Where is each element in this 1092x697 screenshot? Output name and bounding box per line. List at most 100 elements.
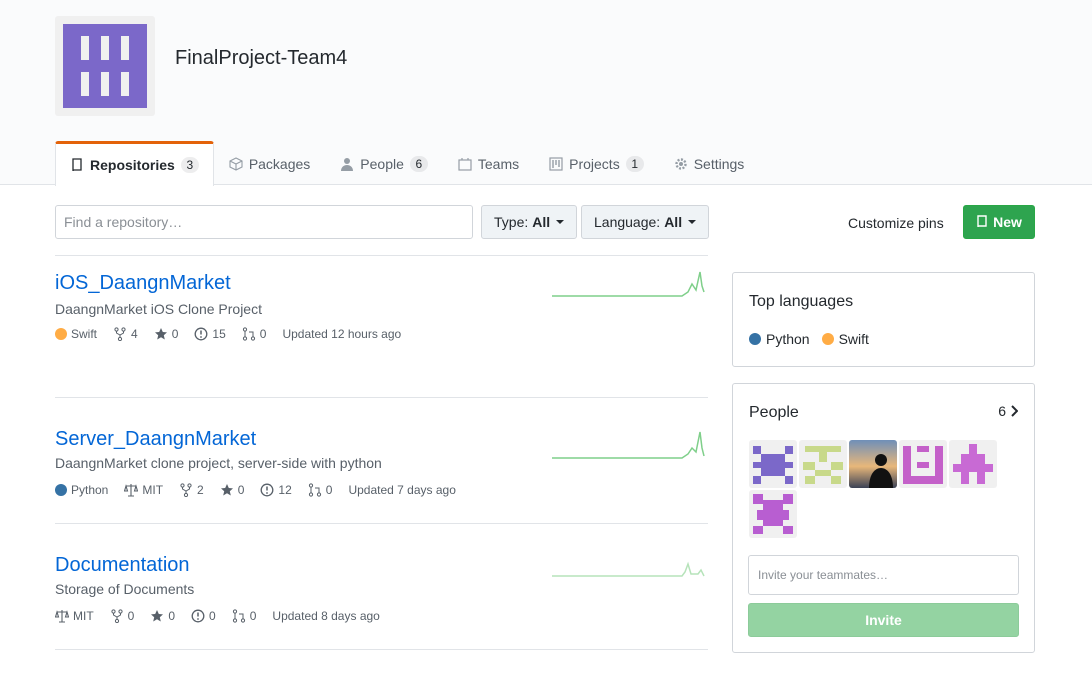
repo-language: Swift: [55, 327, 97, 341]
avatar[interactable]: [749, 440, 797, 488]
customize-pins-button[interactable]: Customize pins: [848, 215, 944, 231]
avatar[interactable]: [949, 440, 997, 488]
activity-sparkline: [552, 561, 705, 577]
people-count-link[interactable]: 6: [998, 403, 1018, 419]
fork-icon: [111, 609, 123, 623]
repo-item: Server_DaangnMarket DaangnMarket clone p…: [55, 398, 708, 524]
divider: [55, 255, 708, 256]
tab-repositories[interactable]: Repositories 3: [55, 141, 214, 186]
repo-forks-count: 4: [131, 327, 138, 341]
org-name: FinalProject-Team4: [175, 47, 348, 69]
tab-people[interactable]: People 6: [325, 141, 443, 185]
repo-icon: [72, 158, 82, 172]
repo-description: DaangnMarket clone project, server-side …: [55, 455, 382, 471]
repo-issues[interactable]: 12: [260, 483, 292, 497]
repo-issues[interactable]: 15: [194, 327, 226, 341]
repo-issues[interactable]: 0: [191, 609, 216, 623]
repo-stars[interactable]: 0: [154, 327, 179, 341]
tab-teams[interactable]: Teams: [443, 141, 534, 185]
repo-item: Documentation Storage of Documents MIT 0…: [55, 524, 708, 650]
top-languages-box: Top languages Python Swift: [732, 272, 1035, 367]
people-count: 6: [998, 403, 1006, 419]
tab-projects-count: 1: [625, 155, 644, 172]
repo-stars[interactable]: 0: [220, 483, 245, 497]
tab-packages[interactable]: Packages: [214, 141, 325, 185]
repo-language-label: Python: [71, 483, 109, 497]
chevron-right-icon: [1011, 405, 1018, 417]
repo-stars-count: 0: [171, 327, 179, 341]
repo-forks[interactable]: 4: [113, 327, 138, 341]
tab-projects-label: Projects: [569, 155, 620, 172]
repo-meta: Swift 4 0 15 0 Updated 12 hours ago: [55, 326, 401, 342]
type-filter-button[interactable]: Type: All: [481, 205, 578, 239]
repo-forks-count: 0: [127, 609, 135, 623]
repo-pull-requests[interactable]: 0: [308, 483, 333, 497]
repo-stars-count: 0: [237, 483, 245, 497]
tab-settings[interactable]: Settings: [659, 141, 760, 185]
repo-pull-requests[interactable]: 0: [232, 609, 257, 623]
repo-license: MIT: [55, 609, 94, 623]
tab-projects[interactable]: Projects 1: [534, 141, 659, 185]
repo-stars[interactable]: 0: [150, 609, 175, 623]
repo-license-label: MIT: [142, 483, 164, 497]
org-tabs: Repositories 3 Packages People 6 Teams P…: [55, 141, 760, 186]
issue-icon: [260, 483, 274, 497]
language-color-dot: [55, 484, 67, 496]
repo-name-link[interactable]: Documentation: [55, 554, 190, 577]
tab-packages-label: Packages: [248, 155, 311, 172]
pull-request-icon: [232, 609, 245, 623]
tab-repositories-label: Repositories: [90, 157, 175, 173]
language-filter-label: Language:: [594, 214, 661, 230]
top-languages-list: Python Swift: [749, 331, 869, 347]
issue-icon: [191, 609, 205, 623]
tab-settings-label: Settings: [693, 155, 745, 172]
org-avatar[interactable]: [55, 16, 155, 116]
pull-request-icon: [308, 483, 321, 497]
person-icon: [341, 157, 354, 171]
repo-name-link[interactable]: Server_DaangnMarket: [55, 428, 256, 451]
type-filter-value: All: [532, 214, 551, 230]
repo-name-link[interactable]: iOS_DaangnMarket: [55, 272, 231, 295]
avatar[interactable]: [899, 440, 947, 488]
language-filter-value: All: [664, 214, 683, 230]
avatar[interactable]: [749, 490, 797, 538]
people-title[interactable]: People: [749, 404, 799, 422]
repo-forks-count: 2: [197, 483, 204, 497]
star-icon: [154, 328, 167, 340]
repo-prs-count: 0: [249, 609, 257, 623]
avatar[interactable]: [849, 440, 897, 488]
top-language-item[interactable]: Python: [749, 331, 810, 347]
repo-prs-count: 0: [325, 483, 333, 497]
pull-request-icon: [242, 327, 255, 341]
star-icon: [151, 610, 164, 622]
top-language-label: Python: [766, 331, 810, 347]
repo-icon: [977, 215, 987, 228]
language-color-dot: [821, 333, 834, 345]
gear-icon: [675, 157, 687, 170]
fork-icon: [114, 327, 126, 341]
repo-updated: Updated 8 days ago: [272, 609, 380, 623]
caret-down-icon: [556, 220, 565, 224]
repo-license-label: MIT: [73, 609, 94, 623]
repo-issues-count: 15: [212, 327, 226, 341]
invite-teammates-input[interactable]: [748, 555, 1019, 595]
new-repo-button[interactable]: New: [963, 205, 1035, 239]
language-filter-button[interactable]: Language: All: [581, 205, 710, 239]
repo-language-label: Swift: [71, 327, 98, 341]
tab-teams-label: Teams: [477, 155, 520, 172]
repo-forks[interactable]: 0: [110, 609, 135, 623]
repo-license: MIT: [124, 483, 163, 497]
repo-search-input[interactable]: [55, 205, 473, 239]
issue-icon: [194, 327, 208, 341]
invite-button[interactable]: Invite: [748, 603, 1019, 637]
repo-pull-requests[interactable]: 0: [242, 327, 266, 341]
repo-description: Storage of Documents: [55, 581, 195, 597]
project-icon: [549, 156, 563, 171]
top-language-item[interactable]: Swift: [821, 331, 869, 347]
top-languages-title: Top languages: [749, 293, 854, 310]
type-filter-label: Type:: [494, 214, 529, 230]
repo-forks[interactable]: 2: [179, 483, 204, 497]
language-color-dot: [55, 328, 67, 340]
activity-sparkline: [552, 271, 705, 297]
avatar[interactable]: [799, 440, 847, 488]
